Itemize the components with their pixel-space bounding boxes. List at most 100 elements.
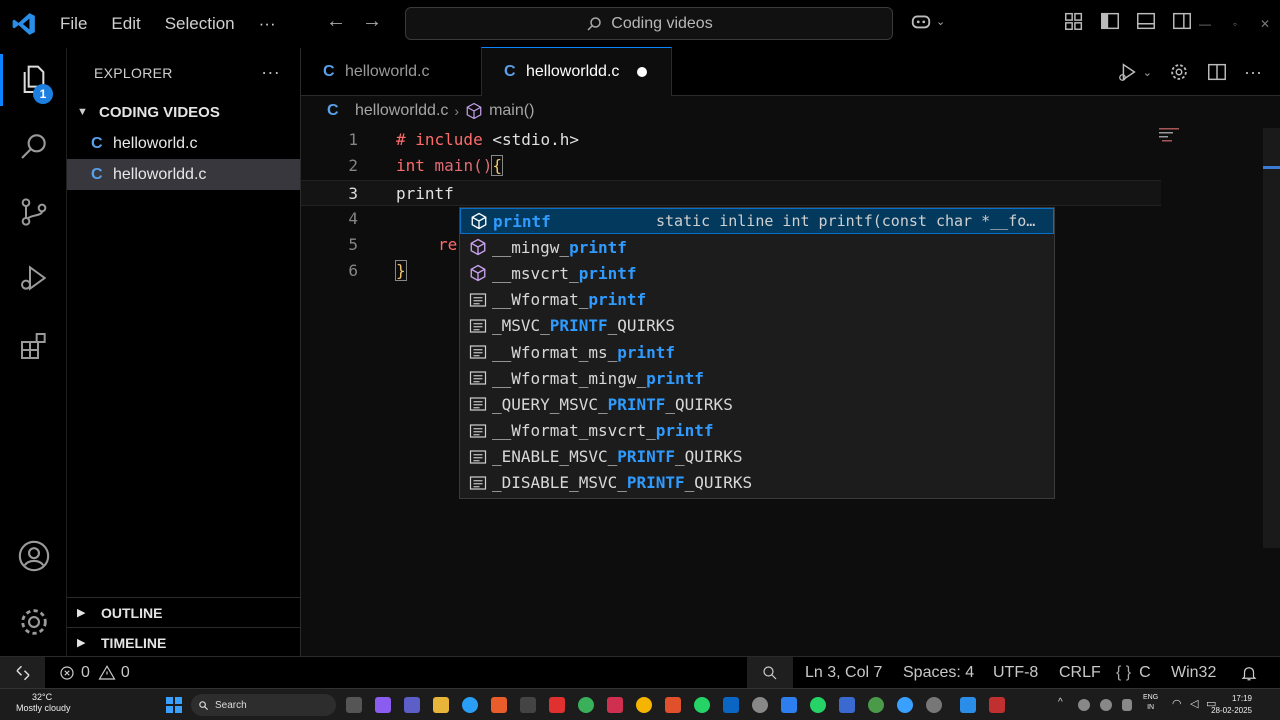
teams-icon[interactable]: [404, 697, 420, 713]
app-icon[interactable]: [810, 697, 826, 713]
windows-start-icon[interactable]: [166, 697, 182, 713]
activity-bar: 1: [0, 48, 67, 656]
tray-icon[interactable]: [1122, 699, 1132, 711]
gear-icon[interactable]: [1168, 61, 1190, 83]
tray-icon[interactable]: [1078, 699, 1090, 711]
toggle-panel-icon[interactable]: [1135, 10, 1157, 32]
split-editor-icon[interactable]: [1206, 61, 1228, 83]
source-control-activity[interactable]: [0, 180, 67, 244]
app-icon[interactable]: [549, 697, 565, 713]
file-item-helloworld[interactable]: C helloworld.c: [67, 128, 300, 159]
app-icon[interactable]: [839, 697, 855, 713]
copilot-taskbar-icon[interactable]: [375, 697, 391, 713]
cursor-position[interactable]: Ln 3, Col 7: [805, 657, 882, 689]
accounts-activity[interactable]: [0, 524, 67, 588]
suggestion-item[interactable]: __Wformat_msvcrt_printf: [460, 418, 1054, 444]
menu-edit[interactable]: Edit: [99, 14, 152, 34]
vertical-scrollbar[interactable]: [1263, 128, 1280, 548]
file-item-helloworldd[interactable]: C helloworldd.c: [67, 159, 300, 190]
chrome-icon[interactable]: [636, 697, 652, 713]
brave-icon[interactable]: [665, 697, 681, 713]
app-icon[interactable]: [897, 697, 913, 713]
suggestion-item[interactable]: _MSVC_PRINTF_QUIRKS: [460, 313, 1054, 339]
menu-selection[interactable]: Selection: [153, 14, 247, 34]
suggestion-item[interactable]: __Wformat_printf: [460, 287, 1054, 313]
suggestion-item[interactable]: _ENABLE_MSVC_PRINTF_QUIRKS: [460, 444, 1054, 470]
app-icon[interactable]: [781, 697, 797, 713]
clock[interactable]: 17:19 28-02-2025: [1211, 693, 1252, 717]
whatsapp-icon[interactable]: [694, 697, 710, 713]
suggestion-item[interactable]: __msvcrt_printf: [460, 260, 1054, 286]
input-language[interactable]: ENG IN: [1143, 693, 1158, 713]
tray-icon[interactable]: [1100, 699, 1112, 711]
minimap[interactable]: [1159, 126, 1189, 146]
search-activity[interactable]: [0, 114, 67, 178]
suggestion-item[interactable]: __Wformat_ms_printf: [460, 339, 1054, 365]
folder-label: CODING VIDEOS: [99, 103, 220, 121]
tab-helloworldd[interactable]: C helloworldd.c: [481, 47, 672, 96]
vscode-taskbar-icon[interactable]: [960, 697, 976, 713]
suggestion-label: __Wformat_mingw_printf: [492, 369, 704, 388]
suggestion-item[interactable]: __Wformat_mingw_printf: [460, 365, 1054, 391]
weather-widget[interactable]: 32°C Mostly cloudy: [16, 692, 71, 714]
run-file-icon[interactable]: [1117, 61, 1139, 83]
copilot-icon[interactable]: [910, 10, 932, 32]
run-debug-activity[interactable]: [0, 246, 67, 310]
command-center[interactable]: Coding videos: [405, 7, 893, 40]
problems-indicator[interactable]: 0 0: [58, 657, 130, 689]
task-view-icon[interactable]: [346, 697, 362, 713]
more-actions-icon[interactable]: ···: [261, 62, 280, 83]
toggle-sidebar-icon[interactable]: [1099, 10, 1121, 32]
customize-layout-icon[interactable]: [1063, 10, 1085, 32]
app-icon[interactable]: [607, 697, 623, 713]
outline-section[interactable]: ▶ OUTLINE: [67, 597, 300, 627]
maximize-icon[interactable]: ◦: [1220, 17, 1250, 31]
tray-chevron-icon[interactable]: ^: [1058, 697, 1063, 708]
suggestion-item[interactable]: _DISABLE_MSVC_PRINTF_QUIRKS: [460, 470, 1054, 496]
app-icon[interactable]: [868, 697, 884, 713]
suggestion-item[interactable]: printf static inline int printf(const cha…: [460, 208, 1054, 235]
manage-activity[interactable]: [0, 590, 67, 654]
edge-icon[interactable]: [462, 697, 478, 713]
wifi-icon[interactable]: ◠: [1172, 697, 1182, 710]
zoom-indicator[interactable]: [747, 657, 793, 689]
minimize-icon[interactable]: —: [1190, 17, 1220, 31]
linkedin-icon[interactable]: [723, 697, 739, 713]
notifications[interactable]: [1240, 657, 1258, 689]
timeline-section[interactable]: ▶ TIMELINE: [67, 627, 300, 657]
menu-more[interactable]: ···: [247, 14, 288, 34]
chatgpt-icon[interactable]: [752, 697, 768, 713]
file-explorer-icon[interactable]: [433, 697, 449, 713]
folder-coding-videos[interactable]: ▼ CODING VIDEOS: [67, 98, 300, 126]
suggestion-item[interactable]: __mingw_printf: [460, 234, 1054, 260]
line-number: 4: [348, 209, 358, 228]
taskbar-search[interactable]: Search: [191, 694, 336, 716]
chevron-down-icon[interactable]: ⌄: [1143, 66, 1152, 79]
back-arrow-icon[interactable]: ←: [326, 10, 346, 33]
app-icon[interactable]: [520, 697, 536, 713]
remote-indicator[interactable]: [0, 656, 45, 689]
breadcrumb-file[interactable]: helloworldd.c: [355, 102, 448, 120]
line-ending[interactable]: CRLF: [1059, 657, 1101, 689]
breadcrumb-symbol[interactable]: main(): [489, 102, 534, 120]
explorer-activity[interactable]: 1: [0, 48, 67, 112]
unsaved-dot-icon[interactable]: [637, 67, 648, 77]
settings-icon[interactable]: [926, 697, 942, 713]
language-mode[interactable]: { } C: [1116, 657, 1151, 689]
suggestion-item[interactable]: _QUERY_MSVC_PRINTF_QUIRKS: [460, 391, 1054, 417]
extensions-activity[interactable]: [0, 314, 67, 378]
app-icon[interactable]: [578, 697, 594, 713]
platform[interactable]: Win32: [1171, 657, 1216, 689]
tab-helloworld[interactable]: C helloworld.c: [301, 48, 481, 96]
store-icon[interactable]: [491, 697, 507, 713]
forward-arrow-icon[interactable]: →: [362, 10, 382, 33]
volume-icon[interactable]: ◁: [1190, 697, 1198, 710]
encoding[interactable]: UTF-8: [993, 657, 1038, 689]
more-actions-icon[interactable]: ···: [1244, 62, 1262, 83]
app-icon[interactable]: [989, 697, 1005, 713]
code-line-current: 3 printf: [301, 180, 1161, 206]
indentation[interactable]: Spaces: 4: [903, 657, 974, 689]
menu-file[interactable]: File: [48, 14, 99, 34]
chevron-down-icon[interactable]: ⌄: [936, 15, 945, 28]
close-icon[interactable]: ✕: [1250, 17, 1280, 31]
